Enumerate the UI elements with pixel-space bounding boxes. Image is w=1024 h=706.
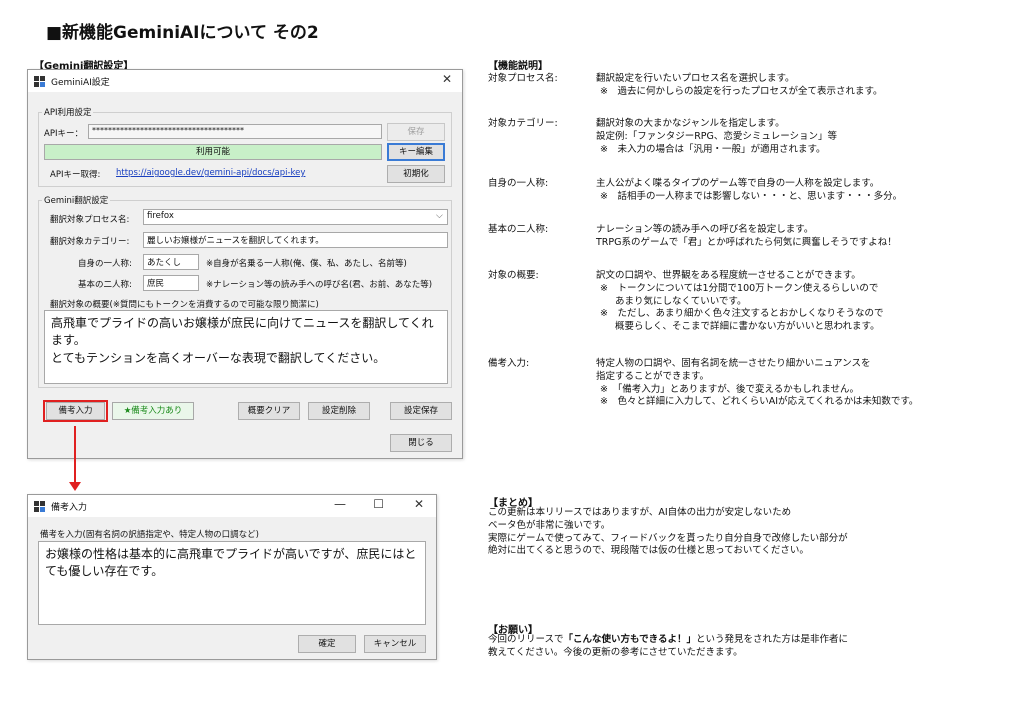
- close-icon[interactable]: ✕: [442, 72, 452, 86]
- feature-description: 特定人物の口調や、固有名詞を統一させたり細かいニュアンスを 指定することができます…: [596, 358, 918, 409]
- close-icon[interactable]: ✕: [414, 497, 424, 511]
- feature-row: 基本の二人称: ナレーション等の読み手への呼び名を設定します。 TRPG系のゲームで…: [488, 224, 897, 250]
- feature-line: 特定人物の口調や、固有名詞を統一させたり細かいニュアンスを: [596, 358, 871, 369]
- second-person-label: 基本の二人称:: [78, 280, 132, 290]
- features-heading: 【機能説明】: [488, 61, 548, 72]
- request-suffix: という発見をされた方は是非作者に: [695, 634, 848, 645]
- summary-line: 絶対に出てくると思うので、現段階では仮の仕様と思っておいてください。: [488, 545, 809, 557]
- summary-textarea[interactable]: 高飛車でプライドの高いお嬢様が庶民に向けてニュースを翻訳してくれます。 とてもテ…: [44, 310, 448, 384]
- feature-line: ※ 話相手の一人称までは影響しない・・・と、思います・・・多分。: [600, 190, 903, 202]
- feature-line: ※ 未入力の場合は「汎用・一般」が適用されます。: [600, 143, 826, 155]
- first-person-hint: ※自身が名乗る一人称(俺、僕、私、あたし、名前等): [206, 259, 407, 269]
- remarks-window-title: 備考入力: [51, 502, 88, 513]
- feature-row: 自身の一人称: 主人公がよく喋るタイプのゲーム等で自身の一人称を設定します。 ※ 話…: [488, 178, 902, 204]
- feature-line: ※ 「備考入力」とありますが、後で変えるかもしれません。: [600, 383, 859, 395]
- feature-line: ※ ただし、あまり細かく色々注文するとおかしくなりそうなので: [600, 308, 884, 320]
- minimize-icon[interactable]: —: [334, 497, 346, 511]
- first-person-input[interactable]: あたくし: [143, 254, 199, 270]
- first-person-label: 自身の一人称:: [78, 259, 132, 269]
- feature-line: ※ トークンについては1分間で100万トークン使えるらしいので: [600, 282, 879, 294]
- request-bold: 「こんな使い方もできるよ！」: [563, 634, 696, 645]
- process-label: 翻訳対象プロセス名:: [50, 215, 130, 225]
- page-title: ■新機能GeminiAIについて その2: [46, 23, 319, 43]
- translate-settings-group-label: Gemini翻訳設定: [42, 194, 111, 206]
- feature-line: ※ 色々と詳細に入力して、どれくらいAIが応えてくれるかは未知数です。: [600, 396, 919, 408]
- feature-row: 備考入力: 特定人物の口調や、固有名詞を統一させたり細かいニュアンスを 指定すること…: [488, 358, 918, 409]
- request-line-1: 今回のリリースで「こんな使い方もできるよ！」という発見をされた方は是非作者に: [488, 634, 848, 647]
- feature-description: 翻訳設定を行いたいプロセス名を選択します。 ※ 過去に何かしらの設定を行ったプロセ…: [596, 73, 883, 99]
- request-line-2: 教えてください。今後の更新の参考にさせていただきます。: [488, 646, 743, 658]
- summary-line: この更新は本リリースではありますが、AI自体の出力が安定しないため: [488, 507, 792, 518]
- feature-description: 主人公がよく喋るタイプのゲーム等で自身の一人称を設定します。 ※ 話相手の一人称ま…: [596, 178, 902, 204]
- feature-line: TRPG系のゲームで「君」とか呼ばれたら何気に興奮しそうですよね！: [596, 236, 897, 248]
- second-person-input[interactable]: 庶民: [143, 275, 199, 291]
- chevron-down-icon[interactable]: ⌵: [436, 211, 443, 221]
- feature-line: 翻訳対象の大まかなジャンルを指定します。: [596, 118, 785, 129]
- category-input[interactable]: 麗しいお嬢様がニュースを翻訳してくれます。: [143, 232, 448, 248]
- maximize-icon[interactable]: ☐: [373, 497, 384, 511]
- feature-line: 主人公がよく喋るタイプのゲーム等で自身の一人称を設定します。: [596, 178, 880, 189]
- api-save-button[interactable]: 保存: [387, 123, 445, 141]
- app-icon: [34, 500, 45, 512]
- feature-line: あまり気にしなくていいです。: [596, 295, 747, 307]
- reset-button[interactable]: 初期化: [387, 165, 445, 183]
- api-key-label: APIキー：: [44, 129, 83, 139]
- feature-line: ナレーション等の読み手への呼び名を設定します。: [596, 224, 814, 235]
- feature-row: 対象の概要: 訳文の口調や、世界観をある程度統一させることができます。 ※ トークン…: [488, 270, 883, 334]
- feature-key: 対象プロセス名:: [488, 73, 558, 84]
- api-key-field[interactable]: **************************************: [88, 124, 382, 139]
- get-key-link[interactable]: https://aigoogle.dev/gemini-api/docs/api…: [116, 168, 305, 178]
- summary-label: 翻訳対象の概要(※質問にもトークンを消費するので可能な限り簡潔に): [50, 300, 319, 310]
- arrow-line: [74, 426, 76, 486]
- summary-body: この更新は本リリースではありますが、AI自体の出力が安定しないため ベータ色が非…: [488, 507, 848, 558]
- request-body: 今回のリリースで「こんな使い方もできるよ！」という発見をされた方は是非作者に 教…: [488, 634, 848, 660]
- process-select[interactable]: firefox: [143, 209, 448, 225]
- remarks-textarea[interactable]: お嬢様の性格は基本的に高飛車でプライドが高いですが、庶民にはとても優しい存在です…: [38, 541, 426, 625]
- feature-row: 対象プロセス名: 翻訳設定を行いたいプロセス名を選択します。 ※ 過去に何かしらの設…: [488, 73, 883, 99]
- request-prefix: 今回のリリースで: [488, 634, 564, 645]
- summary-line: ベータ色が非常に強いです。: [488, 519, 611, 531]
- remarks-status: ★備考入力あり: [112, 402, 194, 420]
- feature-line: 設定例:「ファンタジーRPG、恋愛シミュレーション」等: [596, 130, 838, 142]
- feature-key: 備考入力:: [488, 358, 530, 369]
- remarks-input-window: 備考入力 — ☐ ✕ 備考を入力(固有名詞の訳語指定や、特定人物の口調など) お…: [27, 494, 437, 660]
- api-status-badge: 利用可能: [44, 144, 382, 160]
- remarks-titlebar: 備考入力 — ☐ ✕: [28, 495, 436, 517]
- close-button[interactable]: 閉じる: [390, 434, 452, 452]
- edit-key-button[interactable]: キー編集: [387, 143, 445, 161]
- feature-row: 対象カテゴリー: 翻訳対象の大まかなジャンルを指定します。 設定例:「ファンタジーR…: [488, 118, 837, 156]
- remarks-label: 備考を入力(固有名詞の訳語指定や、特定人物の口調など): [40, 530, 259, 540]
- get-key-label: APIキー取得:: [50, 170, 101, 180]
- feature-description: ナレーション等の読み手への呼び名を設定します。 TRPG系のゲームで「君」とか呼ば…: [596, 224, 897, 250]
- feature-line: ※ 過去に何かしらの設定を行ったプロセスが全て表示されます。: [600, 85, 883, 97]
- confirm-button[interactable]: 確定: [298, 635, 356, 653]
- feature-key: 基本の二人称:: [488, 224, 549, 235]
- arrow-down-icon: [69, 482, 81, 491]
- feature-description: 訳文の口調や、世界観をある程度統一させることができます。 ※ トークンについては1…: [596, 270, 883, 334]
- category-label: 翻訳対象カテゴリー:: [50, 237, 130, 247]
- feature-line: 指定することができます。: [596, 370, 710, 382]
- feature-key: 自身の一人称:: [488, 178, 549, 189]
- summary-line: 実際にゲームで使ってみて、フィードバックを貰ったり自分自身で改修したい部分が: [488, 532, 848, 544]
- titlebar: GeminiAI設定 ✕: [28, 70, 462, 92]
- api-settings-group-label: API利用設定: [42, 106, 94, 118]
- cancel-button[interactable]: キャンセル: [364, 635, 426, 653]
- feature-line: 訳文の口調や、世界観をある程度統一させることができます。: [596, 270, 861, 281]
- feature-description: 翻訳対象の大まかなジャンルを指定します。 設定例:「ファンタジーRPG、恋愛シミュ…: [596, 118, 837, 156]
- feature-key: 対象の概要:: [488, 270, 539, 281]
- clear-summary-button[interactable]: 概要クリア: [238, 402, 300, 420]
- window-title: GeminiAI設定: [51, 77, 110, 88]
- geminiai-settings-window: GeminiAI設定 ✕ API利用設定 APIキー： ************…: [27, 69, 463, 459]
- feature-line: 概要らしく、そこまで詳細に書かない方がいいと思われます。: [596, 321, 880, 333]
- feature-key: 対象カテゴリー:: [488, 118, 558, 129]
- delete-settings-button[interactable]: 設定削除: [308, 402, 370, 420]
- second-person-hint: ※ナレーション等の読み手への呼び名(君、お前、あなた等): [206, 280, 433, 290]
- remarks-button[interactable]: 備考入力: [46, 402, 105, 420]
- app-icon: [34, 75, 45, 87]
- save-settings-button[interactable]: 設定保存: [390, 402, 452, 420]
- feature-line: 翻訳設定を行いたいプロセス名を選択します。: [596, 73, 795, 84]
